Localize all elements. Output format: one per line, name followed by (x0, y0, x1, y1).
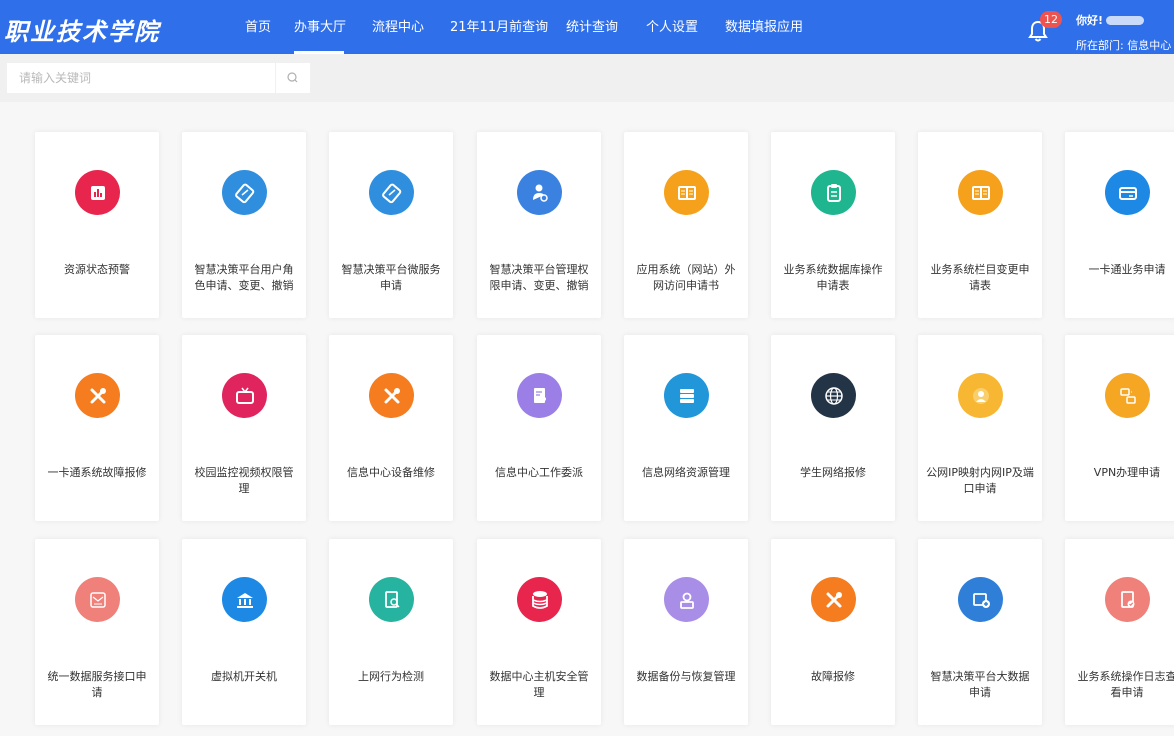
server-icon (664, 373, 709, 418)
service-card-label: 信息中心设备维修 (347, 466, 435, 479)
user-greeting: 你好! (1076, 12, 1145, 28)
service-card[interactable]: 公网IP映射内网IP及端口申请 (918, 335, 1042, 521)
search-bar (0, 54, 1174, 102)
tools-icon (811, 577, 856, 622)
service-card[interactable]: 校园监控视频权限管理 (182, 335, 306, 521)
vpn-icon (1105, 373, 1150, 418)
service-card[interactable]: 业务系统数据库操作申请表 (771, 132, 895, 318)
service-card-label: 智慧决策平台用户角色申请、变更、撤销 (194, 263, 294, 292)
top-navbar: 职业技术学院 首页 办事大厅 流程中心 21年11月前查询 统计查询 个人设置 … (0, 0, 1174, 54)
service-card-label: 一卡通系统故障报修 (47, 466, 147, 479)
nav-data-reporting[interactable]: 数据填报应用 (725, 0, 803, 54)
search-document-icon (369, 577, 414, 622)
globe-icon (811, 373, 856, 418)
service-card-label: 智慧决策平台微服务申请 (341, 263, 441, 292)
service-card[interactable]: 资源状态预警 (35, 132, 159, 318)
nav-process-center[interactable]: 流程中心 (372, 0, 424, 54)
notification-badge: 12 (1040, 11, 1062, 28)
service-card[interactable]: VPN办理申请 (1065, 335, 1174, 521)
service-card[interactable]: 虚拟机开关机 (182, 539, 306, 725)
ticket-icon (222, 170, 267, 215)
service-card-label: 信息中心工作委派 (495, 466, 583, 479)
service-card[interactable]: 智慧决策平台管理权限申请、变更、撤销 (477, 132, 601, 318)
service-card[interactable]: 智慧决策平台微服务申请 (329, 132, 453, 318)
tools-icon (75, 373, 120, 418)
ticket-icon (369, 170, 414, 215)
nav-home[interactable]: 首页 (240, 0, 276, 54)
service-card-label: 公网IP映射内网IP及端口申请 (926, 466, 1034, 495)
service-card-label: 信息网络资源管理 (642, 466, 730, 479)
service-card[interactable]: 应用系统（网站）外网访问申请书 (624, 132, 748, 318)
interface-icon (75, 577, 120, 622)
service-card-label: 业务系统操作日志查看申请 (1077, 670, 1174, 699)
service-card[interactable]: 故障报修 (771, 539, 895, 725)
user-department: 所在部门: 信息中心 (1076, 39, 1172, 52)
service-card[interactable]: 智慧决策平台用户角色申请、变更、撤销 (182, 132, 306, 318)
service-card-label: 虚拟机开关机 (211, 670, 277, 683)
book-icon (664, 170, 709, 215)
service-card[interactable]: 数据中心主机安全管理 (477, 539, 601, 725)
database-icon (517, 577, 562, 622)
bar-chart-icon (75, 170, 120, 215)
nav-history-query[interactable]: 21年11月前查询 (450, 0, 548, 54)
nav-personal-settings[interactable]: 个人设置 (646, 0, 698, 54)
service-card[interactable]: 统一数据服务接口申请 (35, 539, 159, 725)
clock-user-icon (958, 373, 1003, 418)
service-card-label: 数据备份与恢复管理 (636, 670, 736, 683)
log-check-icon (1105, 577, 1150, 622)
username-redacted (1106, 16, 1145, 25)
bank-icon (222, 577, 267, 622)
tools-icon (369, 373, 414, 418)
service-card-label: 上网行为检测 (358, 670, 424, 683)
book-icon (958, 170, 1003, 215)
service-card[interactable]: 信息中心设备维修 (329, 335, 453, 521)
service-card-label: 智慧决策平台管理权限申请、变更、撤销 (489, 263, 589, 292)
service-card[interactable]: 上网行为检测 (329, 539, 453, 725)
card-icon (1105, 170, 1150, 215)
service-card[interactable]: 一卡通业务申请 (1065, 132, 1174, 318)
service-card-label: 一卡通业务申请 (1088, 263, 1166, 276)
service-card-label: 资源状态预警 (64, 263, 130, 276)
service-card[interactable]: 信息中心工作委派 (477, 335, 601, 521)
user-settings-icon (517, 170, 562, 215)
service-card-label: 校园监控视频权限管理 (194, 466, 294, 495)
nav-service-hall[interactable]: 办事大厅 (294, 0, 346, 54)
service-card-label: 学生网络报修 (800, 466, 866, 479)
user-backup-icon (664, 577, 709, 622)
service-card[interactable]: 数据备份与恢复管理 (624, 539, 748, 725)
clipboard-icon (811, 170, 856, 215)
greeting-text: 你好! (1076, 14, 1104, 27)
service-card-label: 智慧决策平台大数据申请 (930, 670, 1030, 699)
service-card[interactable]: 智慧决策平台大数据申请 (918, 539, 1042, 725)
search-input[interactable] (7, 63, 275, 93)
tv-icon (222, 373, 267, 418)
nav-statistics-query[interactable]: 统计查询 (566, 0, 618, 54)
service-card-label: 统一数据服务接口申请 (47, 670, 147, 699)
service-grid: 资源状态预警 智慧决策平台用户角色申请、变更、撤销 智慧决策平台微服务申请 智慧决策平… (0, 102, 1174, 736)
service-card[interactable]: 学生网络报修 (771, 335, 895, 521)
service-card[interactable]: 信息网络资源管理 (624, 335, 748, 521)
search-icon (287, 72, 298, 83)
search-button[interactable] (276, 63, 310, 93)
service-card-label: VPN办理申请 (1093, 466, 1161, 479)
data-apply-icon (958, 577, 1003, 622)
service-card-label: 数据中心主机安全管理 (489, 670, 589, 699)
service-card-label: 应用系统（网站）外网访问申请书 (636, 263, 736, 292)
school-logo[interactable]: 职业技术学院 (4, 12, 160, 46)
service-card[interactable]: 业务系统栏目变更申请表 (918, 132, 1042, 318)
service-card-label: 故障报修 (811, 670, 855, 683)
service-card-label: 业务系统数据库操作申请表 (783, 263, 883, 292)
service-card[interactable]: 业务系统操作日志查看申请 (1065, 539, 1174, 725)
service-card[interactable]: 一卡通系统故障报修 (35, 335, 159, 521)
service-card-label: 业务系统栏目变更申请表 (930, 263, 1030, 292)
document-user-icon (517, 373, 562, 418)
